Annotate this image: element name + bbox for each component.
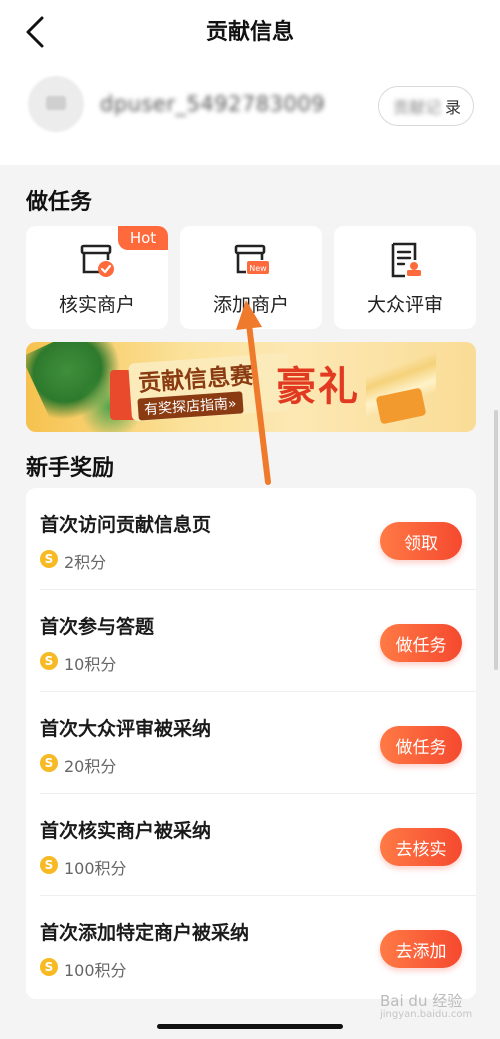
reward-title: 首次参与答题: [40, 616, 155, 638]
coin-icon: S: [40, 856, 58, 874]
page-title: 贡献信息: [205, 20, 294, 45]
reward-points: 10积分: [64, 655, 117, 674]
go-add-button[interactable]: 去添加: [380, 930, 462, 968]
task-card-add-shop[interactable]: New 添加商户: [180, 226, 322, 329]
new-badge: New: [249, 264, 267, 273]
shop-new-icon: New: [234, 244, 269, 274]
home-indicator: [157, 1024, 343, 1029]
task-cards: 核实商户 Hot New 添加商户 大众评审: [26, 226, 476, 329]
contribution-record-button[interactable]: 贡献记 录: [377, 86, 474, 126]
avatar[interactable]: [28, 76, 84, 132]
record-button-blurred-text: 贡献记: [392, 98, 441, 117]
rewards-list: 首次访问贡献信息页 S 2积分 领取 首次参与答题 S 10积分 做任务 首次大…: [26, 488, 476, 999]
reward-points: 100积分: [64, 859, 127, 878]
list-item: 首次核实商户被采纳 S 100积分 去核实: [26, 794, 476, 896]
reward-points: 20积分: [64, 757, 117, 776]
reward-title: 首次添加特定商户被采纳: [40, 922, 250, 944]
list-item: 首次参与答题 S 10积分 做任务: [26, 590, 476, 692]
reward-title: 首次访问贡献信息页: [40, 514, 212, 536]
rewards-section-title: 新手奖励: [26, 456, 115, 481]
task-card-label: 核实商户: [58, 294, 135, 316]
watermark-text: Bai du 经验: [380, 992, 463, 1010]
task-card-label: 大众评审: [366, 294, 443, 316]
username: dpuser_5492783009: [100, 92, 326, 116]
tasks-section-title: 做任务: [26, 190, 93, 215]
reward-title: 首次大众评审被采纳: [40, 718, 212, 740]
promo-banner[interactable]: 贡献信息赛 有奖探店指南» 豪礼: [26, 342, 476, 432]
banner-big-text: 豪礼: [276, 363, 360, 410]
task-card-label: 添加商户: [212, 294, 289, 316]
coin-icon: S: [40, 550, 58, 568]
scrollbar[interactable]: [494, 410, 498, 670]
record-button-label: 录: [444, 98, 461, 117]
reward-points: 100积分: [64, 961, 127, 980]
reward-points: 2积分: [64, 553, 107, 572]
reward-title: 首次核实商户被采纳: [40, 820, 212, 842]
task-card-public-review[interactable]: 大众评审: [334, 226, 476, 329]
top-header: 贡献信息 dpuser_5492783009 贡献记 录: [0, 0, 500, 165]
shop-check-icon: [80, 244, 114, 277]
hot-badge: Hot: [118, 226, 168, 250]
review-document-icon: [391, 242, 421, 278]
coin-icon: S: [40, 754, 58, 772]
task-card-verify-shop[interactable]: 核实商户 Hot: [26, 226, 168, 329]
claim-button[interactable]: 领取: [380, 522, 462, 560]
list-item: 首次访问贡献信息页 S 2积分 领取: [26, 488, 476, 590]
watermark-sub: jingyan.baidu.com: [380, 1009, 473, 1020]
coin-icon: S: [40, 958, 58, 976]
profile-row: dpuser_5492783009 贡献记 录: [0, 66, 500, 150]
go-verify-button[interactable]: 去核实: [380, 828, 462, 866]
watermark: Bai du 经验 jingyan.baidu.com: [380, 990, 472, 1020]
do-task-button[interactable]: 做任务: [380, 726, 462, 764]
list-item: 首次添加特定商户被采纳 S 100积分 去添加: [26, 896, 476, 998]
list-item: 首次大众评审被采纳 S 20积分 做任务: [26, 692, 476, 794]
coin-icon: S: [40, 652, 58, 670]
do-task-button[interactable]: 做任务: [380, 624, 462, 662]
